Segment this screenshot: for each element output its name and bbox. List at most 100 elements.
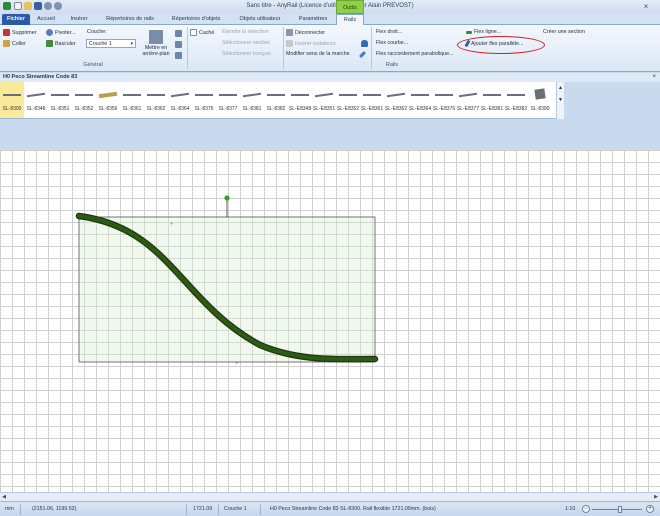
track-piece-icon [458,92,478,98]
design-canvas[interactable]: + + [0,150,660,492]
layer-label: Couche: [87,29,107,35]
library-item-sl-8362[interactable]: SL-8362 [144,82,168,118]
ribbon-tabs: Fichier Accueil Insérer Répertoires de r… [0,14,660,26]
library-item-sl-e8364[interactable]: SL-E8364 [408,82,432,118]
select-section-button[interactable]: Sélectionner section [222,40,270,46]
status-separator [20,504,21,515]
library-item-sl-e8376[interactable]: SL-E8376 [432,82,456,118]
library-item-sl-8348[interactable]: SL-8348 [24,82,48,118]
ungroup-icon[interactable] [175,52,182,59]
scroll-down-icon[interactable]: ▼ [557,94,564,106]
track-piece-icon [3,94,21,96]
library-item-sl-8376[interactable]: SL-8376 [192,82,216,118]
extend-selection-button[interactable]: Étendre la sélection [222,29,269,35]
library-item-sl-8352[interactable]: SL-8352 [72,82,96,118]
flex-line-button[interactable]: Flex ligne... [466,29,501,35]
create-section-button[interactable]: Créer une section [543,29,585,35]
tab-accueil[interactable]: Accueil [33,14,59,25]
track-piece-icon [267,94,285,96]
zoom-slider-thumb[interactable] [617,506,622,513]
bring-back-button[interactable]: Mettre en arrière-plan [141,28,171,66]
library-item-label: SL-E8351 [312,106,336,112]
library-item-sl-e8351[interactable]: SL-E8351 [312,82,336,118]
library-item-sl-e8362[interactable]: SL-E8362 [384,82,408,118]
group-icon[interactable] [175,41,182,48]
library-item-sl-8356[interactable]: SL-8356 [96,82,120,118]
flip-button[interactable]: Basculer [46,40,76,47]
tab-repertoires-rails[interactable]: Répertoires de rails [100,14,160,25]
library-item-label: SL-E8352 [336,106,360,112]
library-item-sl-e8377[interactable]: SL-E8377 [456,82,480,118]
library-item-sl-e8381[interactable]: SL-E8381 [480,82,504,118]
library-item-sl-8361[interactable]: SL-8361 [120,82,144,118]
library-item-sl-e8348[interactable]: SL-E8348 [288,82,312,118]
tab-parametres[interactable]: Paramètres [293,14,333,25]
center-marker: + [235,361,239,367]
tab-fichier[interactable]: Fichier [2,14,30,25]
pivot-button[interactable]: Pivoter... [46,29,76,36]
track-library: SL-8300 SL-8348 SL-8351 SL-8352 SL-8356 SL-83… [0,82,556,119]
library-item-sl-8381[interactable]: SL-8381 [240,82,264,118]
layers-icon [149,30,163,44]
track-piece-icon [75,94,93,96]
library-item-sl-e8361[interactable]: SL-E8361 [360,82,384,118]
track-piece-icon [435,94,453,96]
library-item-label: SL-E8348 [288,106,312,112]
disconnect-button[interactable]: Déconnecter [286,29,325,36]
bell-icon[interactable] [361,40,368,47]
library-item-label: SL-E8381 [480,106,504,112]
status-length: 1721.09 [193,506,213,512]
library-item-label: SL-8352 [74,106,94,112]
scroll-up-icon[interactable]: ▲ [557,82,564,94]
flex-line-icon [466,30,472,34]
library-item-sl-e8352[interactable]: SL-E8352 [336,82,360,118]
library-item-label: SL-E8376 [432,106,456,112]
flex-parabolic-button[interactable]: Flex raccordement parabolique... [376,51,453,57]
zoom-in-button[interactable]: + [646,505,654,513]
hidden-checkbox[interactable]: Caché [190,29,214,36]
rotation-handle[interactable] [224,195,230,201]
close-icon[interactable]: × [652,73,656,82]
library-item-label: SL-8351 [50,106,70,112]
track-piece-icon [507,94,525,96]
track-piece-icon [483,94,501,96]
select-segment-button[interactable]: Sélectionner tronçon [222,51,271,57]
window-title: Sans titre - AnyRail (Licence d'utilisat… [246,3,414,9]
library-item-sl-8364[interactable]: SL-8364 [168,82,192,118]
paste-button[interactable]: Coller [3,40,26,47]
library-item-sl-e8382[interactable]: SL-E8382 [504,82,528,118]
library-item-sl-8377[interactable]: SL-8377 [216,82,240,118]
context-tab-group-outils: Outils [336,0,364,14]
change-direction-button[interactable]: Modifier sens de la marche [286,51,350,57]
title-bar: Sans titre - AnyRail (Licence d'utilisat… [0,0,660,14]
library-item-label: SL-E8362 [384,106,408,112]
layer-select[interactable]: Couche 1 ▾ [86,39,136,48]
library-item-label: SL-8361 [122,106,142,112]
library-item-label: SL-8300 [2,106,22,112]
library-item-sl-8300[interactable]: SL-8300 [0,82,24,118]
library-item-label: SL-8356 [98,106,118,112]
track-piece-icon [339,94,357,96]
track-piece-icon [195,94,213,96]
close-icon[interactable]: × [640,2,652,12]
library-item-sl-8351[interactable]: SL-8351 [48,82,72,118]
track-piece-icon [242,92,262,98]
insert-insulators-button[interactable]: Insérer isolateurs [286,40,336,47]
tab-objets-utilisateur[interactable]: Objets utilisateur [232,14,288,25]
scroll-right-icon[interactable]: ▶ [652,493,660,501]
copy-icon[interactable] [175,30,182,37]
center-marker: + [170,222,174,228]
tab-inserer[interactable]: Insérer [64,14,94,25]
zoom-out-button[interactable]: − [582,505,590,513]
scroll-left-icon[interactable]: ◀ [0,493,8,501]
horizontal-scrollbar[interactable]: ◀ ▶ [0,492,660,501]
library-item-sl-8390[interactable]: SL-8390 [528,82,552,118]
tab-repertoires-objets[interactable]: Répertoires d'objets [165,14,227,25]
pencil-icon[interactable] [358,50,367,59]
flex-curved-button[interactable]: Flex courbe... [376,40,408,46]
delete-button[interactable]: Supprimer [3,29,36,36]
library-item-sl-8382[interactable]: SL-8382 [264,82,288,118]
library-item-label: SL-8381 [242,106,262,112]
flex-straight-button[interactable]: Flex droit... [376,29,402,35]
library-scrollbar[interactable]: ▲ ▼ [556,82,564,119]
